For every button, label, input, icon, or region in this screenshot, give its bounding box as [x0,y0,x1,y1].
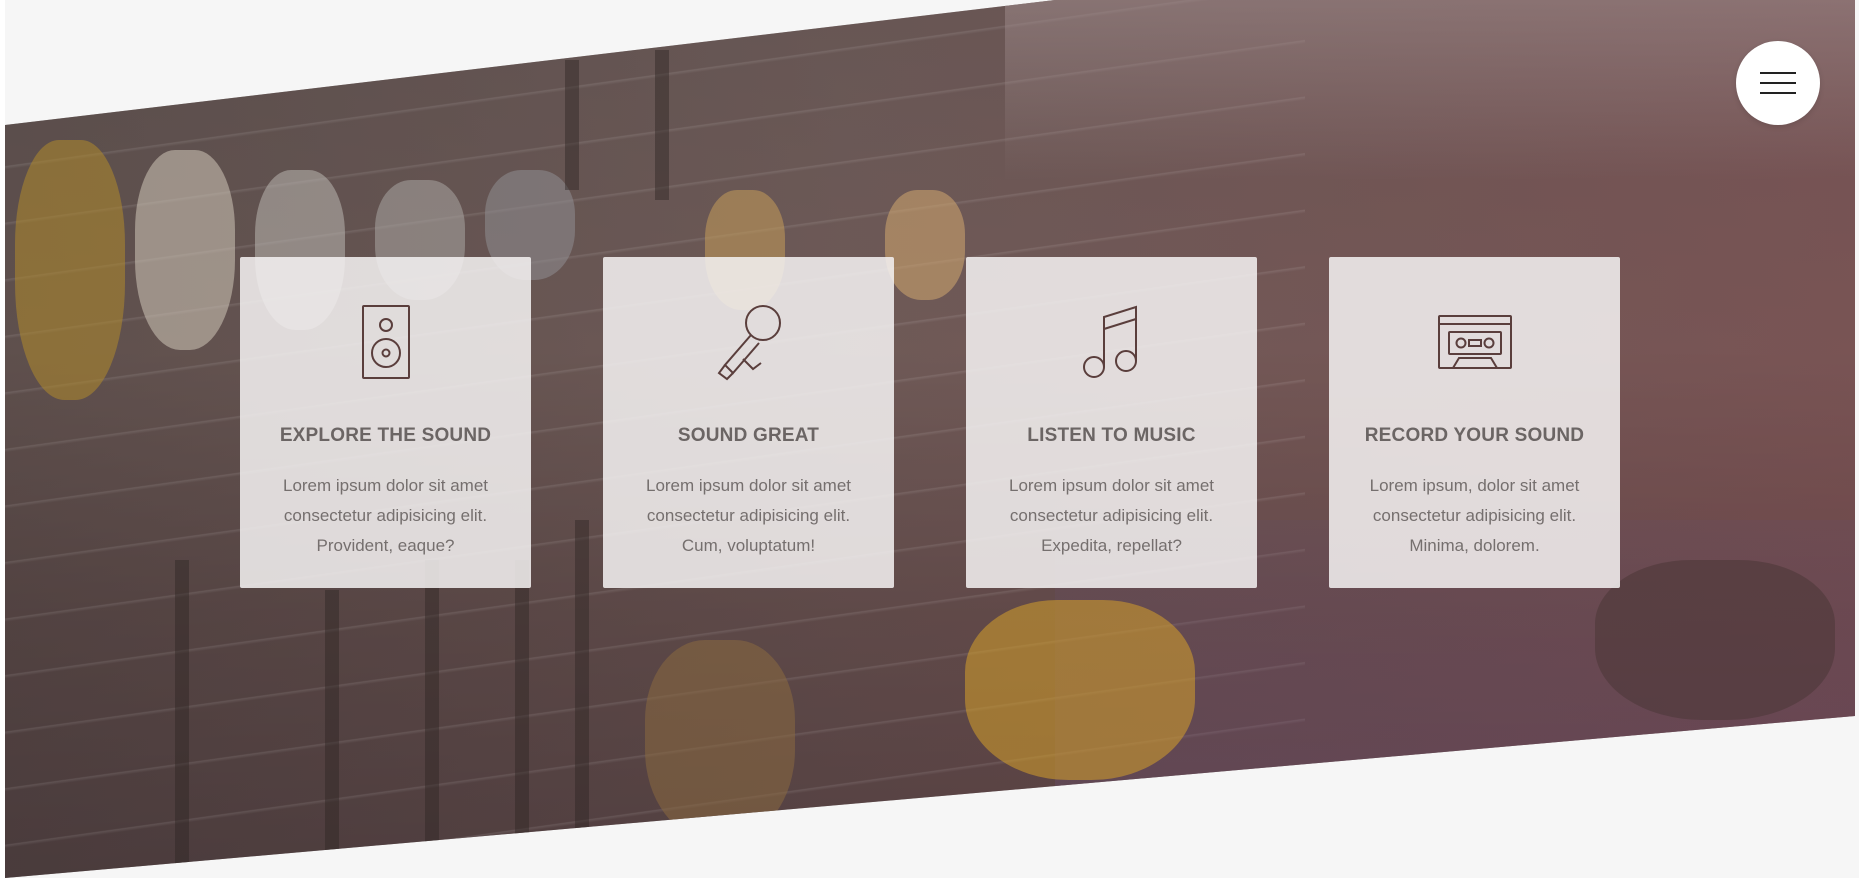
feature-description: Lorem ipsum, dolor sit amet consectetur … [1369,476,1580,555]
feature-card-listen: LISTEN TO MUSIC Lorem ipsum dolor sit am… [966,257,1257,588]
hamburger-menu-icon [1760,64,1796,102]
music-note-icon [966,303,1257,381]
feature-cards: EXPLORE THE SOUND Lorem ipsum dolor sit … [240,257,1620,588]
feature-title: EXPLORE THE SOUND [279,425,492,446]
feature-card-explore: EXPLORE THE SOUND Lorem ipsum dolor sit … [240,257,531,588]
feature-title: RECORD YOUR SOUND [1364,425,1585,446]
guitar-shape [965,600,1195,780]
store-ceiling [1005,0,1855,180]
guitar-shape [135,150,235,350]
guitar-shape [15,140,125,400]
cassette-tape-icon [1329,303,1620,381]
feature-card-record: RECORD YOUR SOUND Lorem ipsum, dolor sit… [1329,257,1620,588]
guitar-neck [325,590,339,878]
feature-description: Lorem ipsum dolor sit amet consectetur a… [645,476,852,555]
left-edge [0,0,5,878]
guitar-neck [515,560,529,878]
feature-title: SOUND GREAT [677,425,820,446]
guitar-shape [645,640,795,840]
menu-button[interactable] [1736,41,1820,125]
page: EXPLORE THE SOUND Lorem ipsum dolor sit … [0,0,1859,878]
feature-card-sound-great: SOUND GREAT Lorem ipsum dolor sit amet c… [603,257,894,588]
feature-title: LISTEN TO MUSIC [1027,425,1196,446]
guitar-shape [1595,560,1835,720]
guitar-neck [565,60,579,190]
guitar-neck [175,560,189,878]
feature-description: Lorem ipsum dolor sit amet consectetur a… [282,476,489,555]
microphone-icon [603,303,894,381]
guitar-neck [425,560,439,878]
speaker-icon [240,303,531,381]
feature-description: Lorem ipsum dolor sit amet consectetur a… [1008,476,1215,555]
guitar-neck [655,50,669,200]
